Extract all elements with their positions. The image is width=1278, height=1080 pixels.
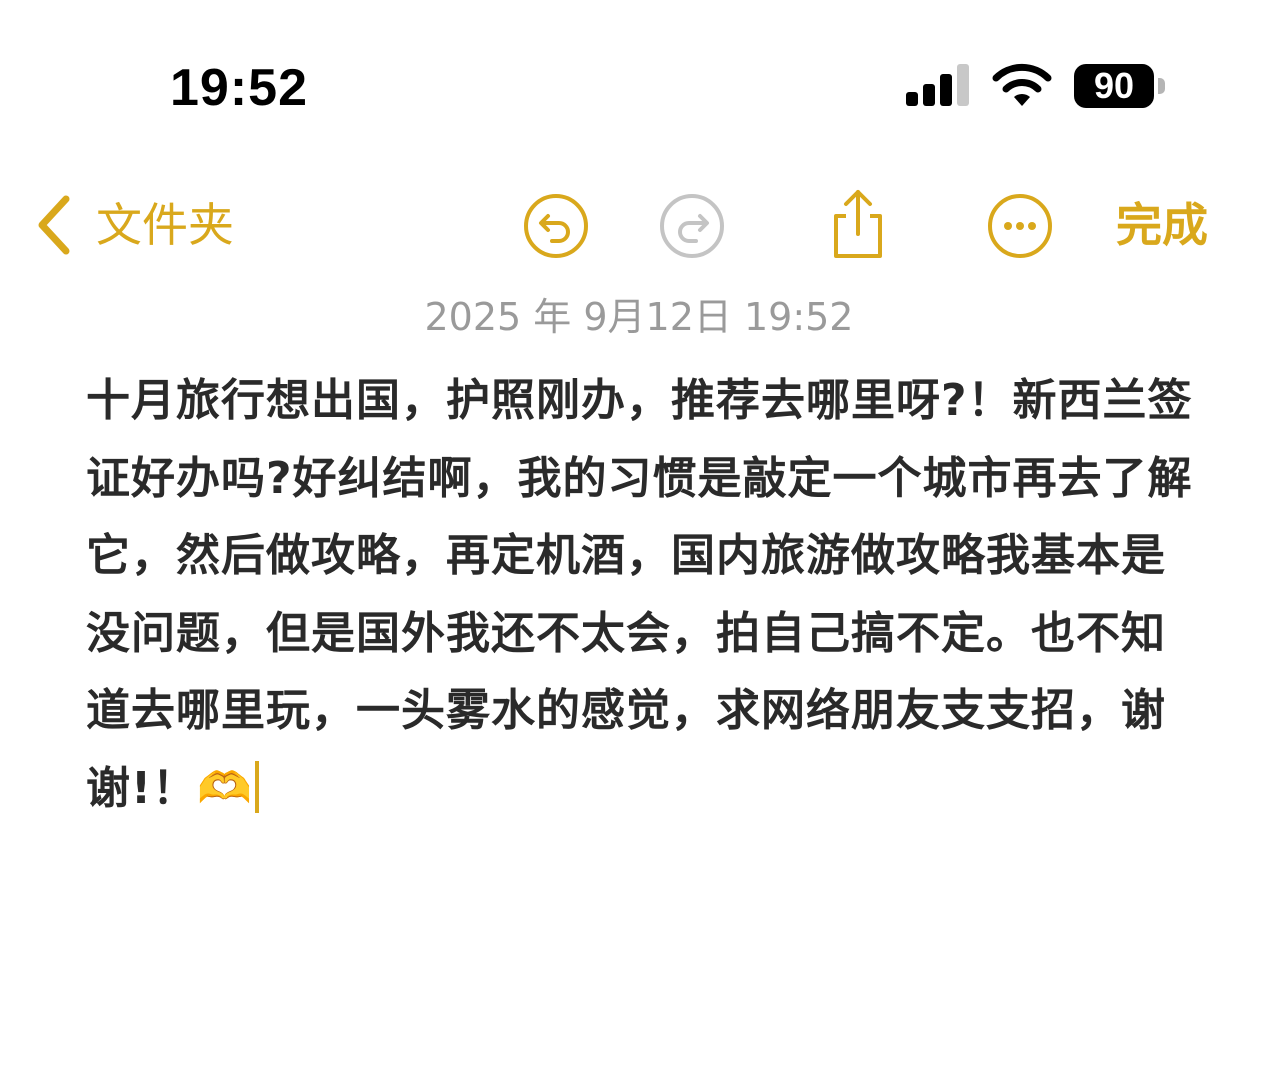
back-button[interactable]: 文件夹 [36, 194, 234, 256]
undo-button[interactable] [522, 192, 590, 260]
undo-icon [522, 192, 590, 260]
share-icon [824, 186, 892, 262]
cellular-signal-icon [906, 62, 974, 108]
battery-icon: 90 [1074, 64, 1166, 108]
more-button[interactable] [986, 192, 1054, 260]
redo-icon [658, 192, 726, 260]
chevron-left-icon [36, 195, 72, 255]
note-date: 2025 年 9月12日 19:52 [424, 295, 854, 339]
back-button-label: 文件夹 [96, 198, 234, 252]
text-cursor [254, 760, 259, 813]
redo-button[interactable] [658, 192, 726, 260]
battery-tip [1158, 78, 1165, 94]
wifi-icon [990, 62, 1054, 110]
share-button[interactable] [824, 186, 892, 262]
status-time: 19:52 [170, 59, 308, 117]
battery-level: 90 [1074, 64, 1154, 108]
note-body-text: 十月旅行想出国，护照刚办，推荐去哪里呀?！新西兰签证好办吗?好纠结啊，我的习惯是… [86, 375, 1193, 814]
more-icon [986, 192, 1054, 260]
done-button[interactable]: 完成 [1116, 194, 1208, 256]
note-body-editor[interactable]: 十月旅行想出国，护照刚办，推荐去哪里呀?！新西兰签证好办吗?好纠结啊，我的习惯是… [86, 362, 1196, 827]
